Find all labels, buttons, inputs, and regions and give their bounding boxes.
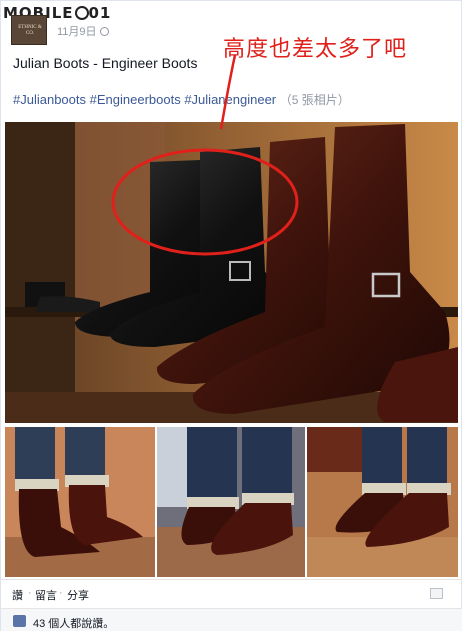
photo-count: （5 張相片） xyxy=(279,93,350,107)
avatar-logo-text: ETHNIC & CO. xyxy=(18,25,42,36)
boots-photo-4-image xyxy=(307,427,458,577)
post-date-text[interactable]: 11月9日 xyxy=(57,26,97,38)
boots-shelf-image xyxy=(5,122,458,423)
boots-photo-3-image xyxy=(157,427,305,577)
share-link[interactable]: 分享 xyxy=(67,587,89,603)
hashtag-julianboots[interactable]: #Julianboots xyxy=(13,92,86,107)
separator-dot: · xyxy=(59,587,63,599)
boots-photo-2-image xyxy=(5,427,155,577)
like-link[interactable]: 讚 xyxy=(12,587,23,603)
boots-photo-3[interactable] xyxy=(157,427,305,577)
main-boots-photo[interactable] xyxy=(5,122,458,423)
facebook-post: MOBILE 01 ETHNIC & CO. 11月9日 高度也差太多了吧 Jul… xyxy=(0,0,462,631)
likes-summary: 43 個人都說讚。 xyxy=(1,608,462,631)
separator-dot: · xyxy=(28,587,32,599)
page-avatar[interactable]: ETHNIC & CO. xyxy=(11,15,47,45)
thumbs-up-icon xyxy=(13,615,26,627)
watermark-suffix: 01 xyxy=(88,4,112,22)
globe-icon xyxy=(99,27,109,36)
post-title: Julian Boots - Engineer Boots xyxy=(13,55,198,71)
hashtag-line: #Julianboots #Engineerboots #Julianengin… xyxy=(13,91,350,108)
boots-photo-4[interactable] xyxy=(307,427,458,577)
red-annotation-text: 高度也差太多了吧 xyxy=(223,37,408,62)
likes-count-text[interactable]: 43 個人都說讚。 xyxy=(33,615,114,631)
annotation-arrow-line xyxy=(219,54,237,130)
boots-photo-2[interactable] xyxy=(5,427,155,577)
post-date[interactable]: 11月9日 xyxy=(57,23,109,39)
share-icon[interactable] xyxy=(430,588,443,599)
watermark-logo-icon xyxy=(74,6,89,20)
post-actions-bar: 讚 · 留言 · 分享 xyxy=(1,579,462,607)
hashtag-engineerboots[interactable]: #Engineerboots xyxy=(90,92,181,107)
comment-link[interactable]: 留言 xyxy=(35,587,57,603)
